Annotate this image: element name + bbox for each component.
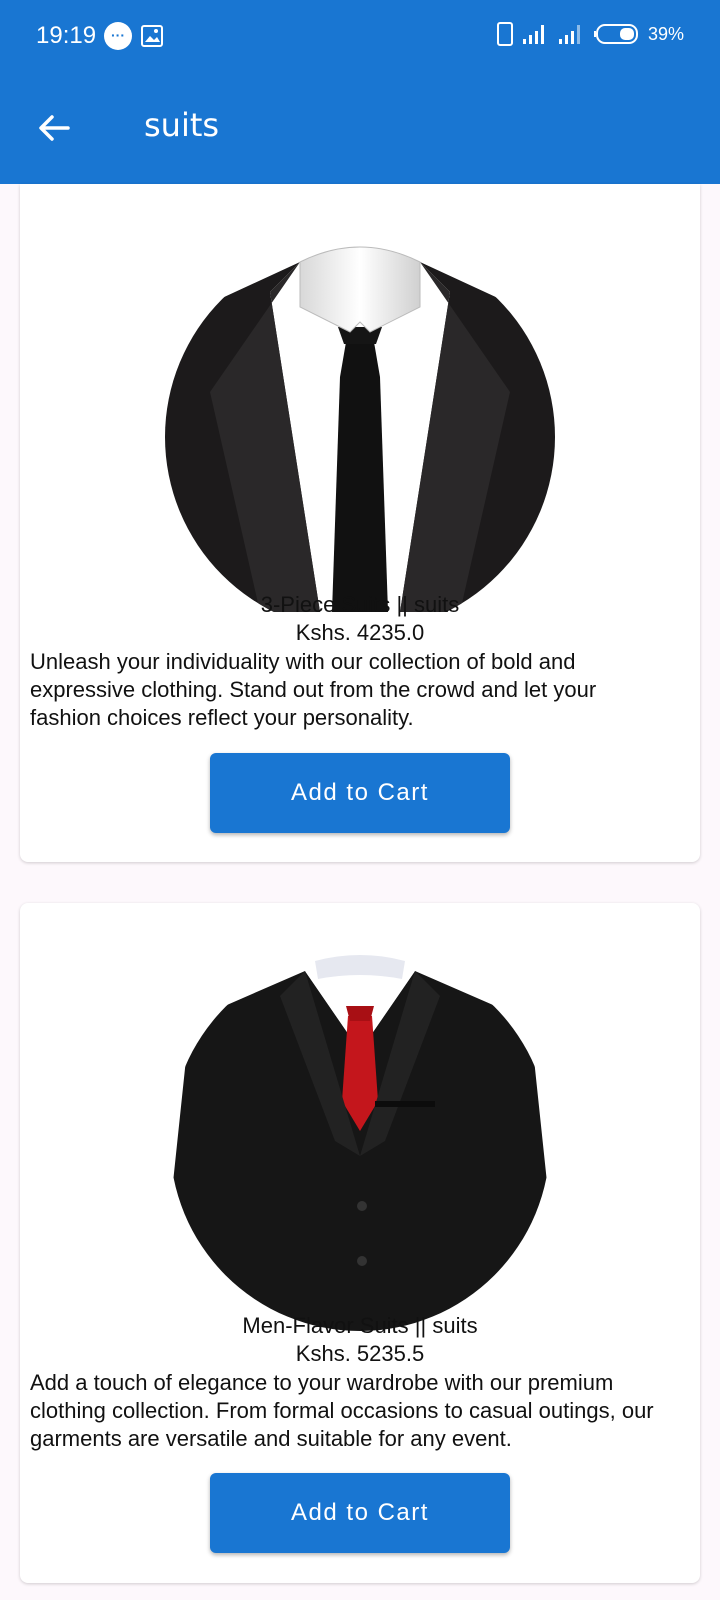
product-image — [170, 951, 550, 1331]
status-bar: 19:19 ··· 39% — [0, 0, 720, 72]
status-icons: 39% — [496, 22, 684, 46]
battery-icon — [593, 24, 638, 44]
message-icon: ··· — [104, 22, 132, 50]
app-bar: 19:19 ··· 39% suits — [0, 0, 720, 184]
product-description: Add a touch of elegance to your wardrobe… — [30, 1370, 654, 1451]
product-price: Kshs. 5235.5 — [295, 1341, 425, 1366]
status-time: 19:19 — [36, 22, 97, 49]
product-card: Men-Flavor Suits || suits Kshs. 5235.5 A… — [20, 903, 700, 1583]
battery-percent: 39% — [647, 23, 684, 44]
toolbar: suits — [0, 72, 720, 184]
product-card: 3-Piece Suits || suits Kshs. 4235.0 Unle… — [20, 184, 700, 862]
phone-icon — [496, 22, 513, 46]
arrow-left-icon[interactable] — [34, 108, 74, 148]
signal-icon — [558, 25, 580, 44]
add-to-cart-button[interactable]: Add to Cart — [210, 753, 510, 833]
product-image — [165, 242, 555, 612]
page-title: suits — [144, 106, 220, 144]
add-to-cart-button[interactable]: Add to Cart — [210, 1473, 510, 1553]
product-name: 3-Piece Suits || suits — [260, 592, 460, 617]
product-price: Kshs. 4235.0 — [295, 620, 425, 645]
product-name: Men-Flavor Suits || suits — [242, 1313, 478, 1338]
image-icon — [141, 25, 163, 47]
signal-icon — [522, 25, 544, 44]
product-description: Unleash your individuality with our coll… — [30, 649, 597, 730]
